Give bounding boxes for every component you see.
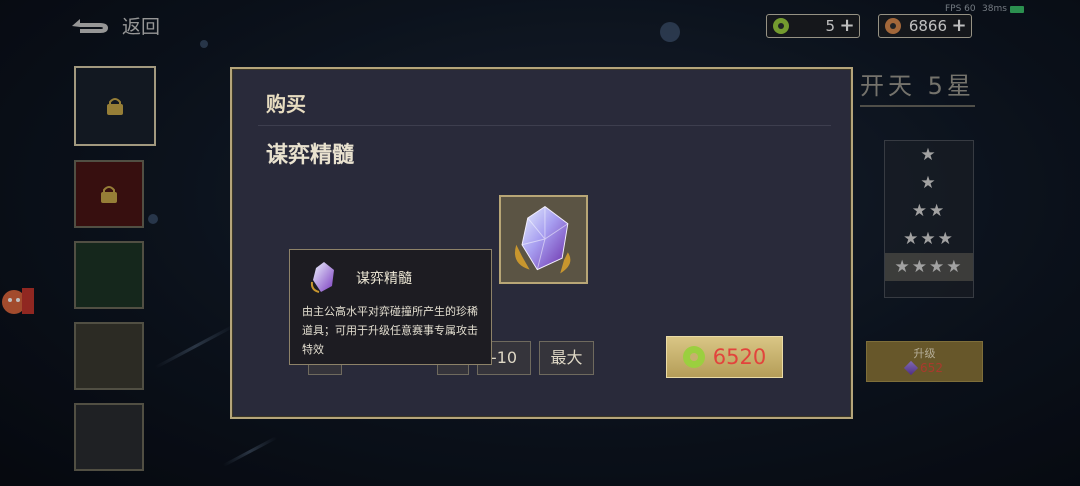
item-name: 谋弈精髓 (266, 143, 355, 168)
tooltip-description: 由主公高水平对弈碰撞所产生的珍稀道具；可用于升级任意赛事专属攻击特效 (302, 305, 478, 356)
buy-button[interactable]: 6520 (666, 336, 783, 378)
dialog-title: 购买 (266, 92, 306, 116)
jade-coin-icon (682, 346, 705, 368)
crystal-icon (310, 262, 334, 293)
divider (258, 125, 831, 126)
buy-price: 6520 (712, 345, 767, 369)
max-button[interactable]: 最大 (539, 341, 594, 375)
purchase-dialog: 购买 谋弈精髓 -10 最大 6520 (230, 67, 853, 419)
item-tooltip: 谋弈精髓 由主公高水平对弈碰撞所产生的珍稀道具；可用于升级任意赛事专属攻击特效 (289, 249, 492, 365)
crystal-icon (514, 205, 571, 274)
item-icon-frame[interactable] (499, 195, 588, 284)
tooltip-item-name: 谋弈精髓 (356, 271, 412, 287)
